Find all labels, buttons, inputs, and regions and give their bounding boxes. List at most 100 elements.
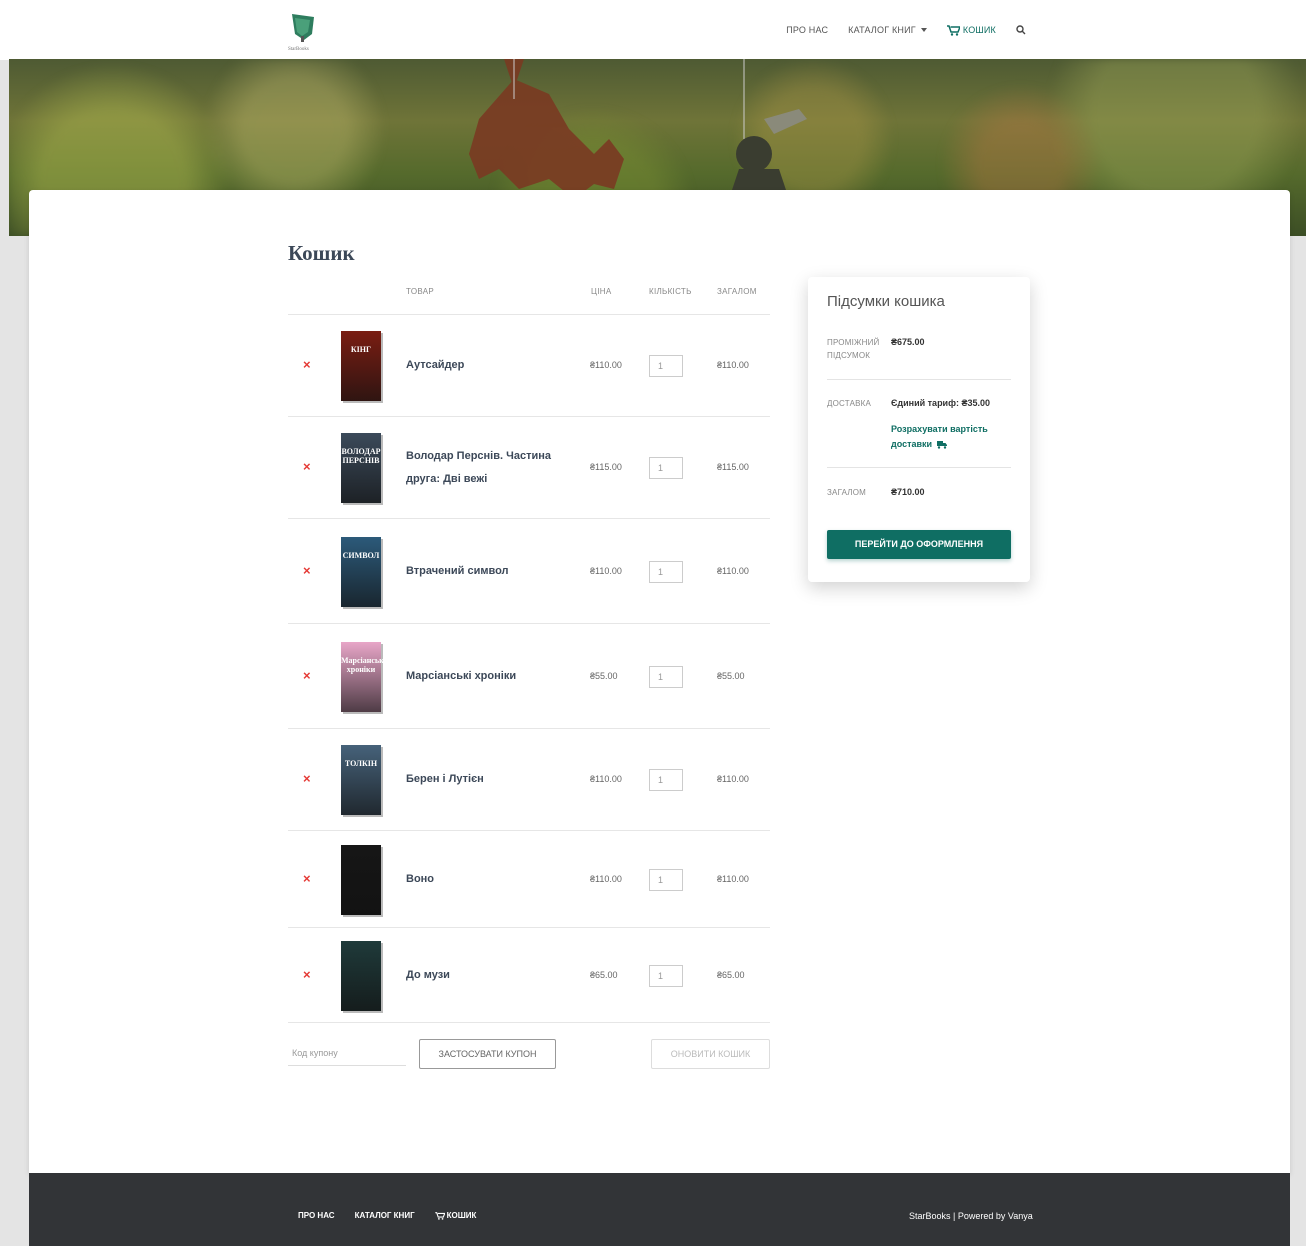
shipping-label: Доставка <box>827 399 872 408</box>
table-row: × Марсіанські хроніки Марсіанські хроніки ₴… <box>288 623 770 728</box>
product-price: ₴110.00 <box>590 774 622 784</box>
checkout-button[interactable]: Перейти до оформлення <box>827 530 1011 559</box>
book-cover-text: ВОЛОДАР ПЕРСНІВ <box>341 447 381 465</box>
footer: Про нас Каталог книг Кошик StarBooks | P… <box>29 1173 1290 1246</box>
book-cover-image[interactable]: ТОЛКІН <box>341 745 381 815</box>
product-subtotal: ₴110.00 <box>717 874 749 884</box>
footer-cart-label: Кошик <box>446 1211 477 1220</box>
book-cover-image[interactable] <box>341 845 381 915</box>
header-price: Ціна <box>591 287 612 296</box>
remove-item-button[interactable]: × <box>303 459 311 474</box>
truck-icon <box>936 441 947 449</box>
main-nav: Про нас Каталог книг Кошик <box>786 0 1026 60</box>
top-navbar: StarBooks Про нас Каталог книг Кошик <box>0 0 1306 60</box>
nav-search[interactable] <box>1016 25 1026 35</box>
nav-cart-label: Кошик <box>962 25 996 35</box>
nav-catalog-label: Каталог книг <box>848 25 916 35</box>
divider <box>827 379 1011 380</box>
book-cover-image[interactable] <box>341 941 381 1011</box>
book-cover-text: ТОЛКІН <box>344 759 378 768</box>
footer-link-cart[interactable]: Кошик <box>434 1211 477 1220</box>
book-cover-image[interactable]: Марсіанські хроніки <box>341 642 386 712</box>
nav-catalog[interactable]: Каталог книг <box>848 25 927 35</box>
remove-item-button[interactable]: × <box>303 563 311 578</box>
footer-link-about[interactable]: Про нас <box>298 1211 335 1220</box>
remove-item-button[interactable]: × <box>303 871 311 886</box>
page-title: Кошик <box>288 241 355 265</box>
product-price: ₴115.00 <box>590 462 622 472</box>
product-price: ₴65.00 <box>590 970 618 980</box>
totals-title: Підсумки кошика <box>827 293 945 310</box>
table-row: × ВОЛОДАР ПЕРСНІВ Володар Перснів. Частина… <box>288 416 770 518</box>
coupon-input[interactable]: Код купону <box>288 1040 406 1066</box>
divider <box>827 467 1011 468</box>
total-label: Загалом <box>827 488 867 497</box>
book-cover-image[interactable]: ВОЛОДАР ПЕРСНІВ <box>341 433 381 503</box>
footer-nav: Про нас Каталог книг Кошик <box>298 1211 476 1220</box>
product-subtotal: ₴110.00 <box>717 360 749 370</box>
product-name-link[interactable]: Воно <box>406 868 576 891</box>
subtotal-value: ₴675.00 <box>891 337 925 347</box>
product-subtotal: ₴110.00 <box>717 566 749 576</box>
nav-cart[interactable]: Кошик <box>946 24 996 36</box>
product-name-link[interactable]: Володар Перснів. Частина друга: Дві вежі <box>406 445 576 491</box>
table-row: × ТОЛКІН Берен і Лутієн ₴110.00 1 ₴110.00 <box>288 728 770 830</box>
product-price: ₴110.00 <box>590 874 622 884</box>
product-name-link[interactable]: Втрачений символ <box>406 560 576 583</box>
book-cover-text: Марсіанські хроніки <box>341 656 386 674</box>
quantity-input[interactable]: 1 <box>649 561 683 583</box>
calculate-shipping-link[interactable]: Розрахувати вартість доставки <box>891 422 1001 452</box>
table-row: × Воно ₴110.00 1 ₴110.00 <box>288 830 770 927</box>
product-subtotal: ₴115.00 <box>717 462 749 472</box>
book-cover-text <box>341 941 381 955</box>
remove-item-button[interactable]: × <box>303 771 311 786</box>
update-cart-button[interactable]: Оновити кошик <box>651 1039 770 1069</box>
header-product: Товар <box>406 287 434 296</box>
product-price: ₴110.00 <box>590 566 622 576</box>
product-name-link[interactable]: Аутсайдер <box>406 354 576 377</box>
table-divider <box>288 1022 770 1023</box>
chevron-down-icon <box>920 28 927 32</box>
quantity-input[interactable]: 1 <box>649 769 683 791</box>
subtotal-label: Проміжний підсумок <box>827 338 880 360</box>
product-price: ₴110.00 <box>590 360 622 370</box>
book-cover-image[interactable]: КІНГ <box>341 331 381 401</box>
book-cover-image[interactable]: СИМВОЛ <box>341 537 381 607</box>
nav-about[interactable]: Про нас <box>786 25 828 35</box>
quantity-input[interactable]: 1 <box>649 869 683 891</box>
book-cover-text: КІНГ <box>350 345 372 354</box>
remove-item-button[interactable]: × <box>303 357 311 372</box>
product-name-link[interactable]: Берен і Лутієн <box>406 768 576 791</box>
total-value: ₴710.00 <box>891 487 925 497</box>
remove-item-button[interactable]: × <box>303 668 311 683</box>
nav-about-label: Про нас <box>786 25 829 35</box>
site-logo[interactable]: StarBooks <box>286 12 320 52</box>
cart-icon <box>946 24 960 36</box>
quantity-input[interactable]: 1 <box>649 666 683 688</box>
logo-text: StarBooks <box>288 47 309 52</box>
shipping-value: Єдиний тариф: ₴35.00 <box>891 398 990 408</box>
book-cover-text: СИМВОЛ <box>342 551 380 560</box>
remove-item-button[interactable]: × <box>303 967 311 982</box>
product-name-link[interactable]: До музи <box>406 964 576 987</box>
product-subtotal: ₴55.00 <box>717 671 745 681</box>
book-cover-text <box>341 845 381 859</box>
quantity-input[interactable]: 1 <box>649 355 683 377</box>
header-total: Загалом <box>717 287 757 296</box>
table-row: × СИМВОЛ Втрачений символ ₴110.00 1 ₴110.00 <box>288 518 770 623</box>
quantity-input[interactable]: 1 <box>649 965 683 987</box>
product-name-link[interactable]: Марсіанські хроніки <box>406 665 576 688</box>
table-row: × КІНГ Аутсайдер ₴110.00 1 ₴110.00 <box>288 314 770 416</box>
header-quantity: Кількість <box>649 287 692 296</box>
apply-coupon-button[interactable]: Застосувати купон <box>419 1039 556 1069</box>
product-subtotal: ₴110.00 <box>717 774 749 784</box>
footer-link-catalog[interactable]: Каталог книг <box>355 1211 415 1220</box>
search-icon <box>1016 25 1026 35</box>
product-price: ₴55.00 <box>590 671 618 681</box>
cart-icon <box>434 1211 445 1220</box>
cart-totals-box: Підсумки кошика Проміжний підсумок ₴675.… <box>808 277 1030 582</box>
product-subtotal: ₴65.00 <box>717 970 745 980</box>
table-row: × До музи ₴65.00 1 ₴65.00 <box>288 927 770 1022</box>
quantity-input[interactable]: 1 <box>649 457 683 479</box>
footer-copyright: StarBooks | Powered by Vanya <box>909 1211 1033 1221</box>
